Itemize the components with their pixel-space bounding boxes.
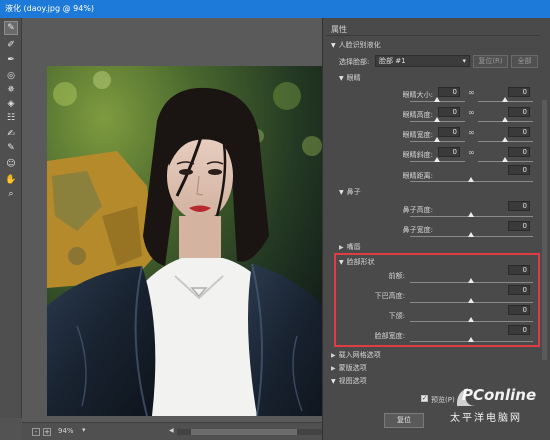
nose-section[interactable]: ▼ 鼻子: [339, 187, 361, 197]
pconline-watermark: PConline 太平洋电脑网: [448, 380, 548, 436]
collapse-icon: ▶: [339, 244, 344, 251]
bloat-tool-icon[interactable]: ◈: [5, 98, 17, 110]
face-aware-section[interactable]: ▼ 人脸识别液化: [331, 40, 381, 50]
slider-thumb[interactable]: [434, 157, 440, 162]
section-label: 嘴唇: [346, 243, 361, 251]
slider-thumb[interactable]: [468, 232, 474, 237]
reset-face-button[interactable]: 复位(R): [473, 55, 508, 68]
slider-thumb[interactable]: [502, 97, 508, 102]
watermark-brand: PConline: [462, 386, 537, 404]
face-select-value: 脸部 #1: [379, 57, 406, 65]
slider-thumb[interactable]: [502, 157, 508, 162]
eye-distance-label: 眼睛距离:: [402, 172, 433, 180]
preview-canvas[interactable]: [22, 18, 333, 422]
slider-thumb[interactable]: [434, 137, 440, 142]
reset-button[interactable]: 复位: [384, 413, 424, 428]
nose-height-label: 鼻子高度:: [402, 206, 433, 214]
link-icon[interactable]: ∞: [468, 128, 475, 137]
push-left-tool-icon[interactable]: ☷: [5, 112, 17, 124]
eye-width-right-input[interactable]: 0: [508, 127, 530, 137]
nose-width-label: 鼻子宽度:: [402, 226, 433, 234]
eye-height-label: 眼睛高度:: [402, 111, 433, 119]
zoom-out-button[interactable]: -: [32, 428, 40, 436]
slider-thumb[interactable]: [468, 212, 474, 217]
section-label: 人脸识别液化: [338, 41, 381, 49]
watermark-sub: 太平洋电脑网: [450, 413, 522, 424]
eye-height-right-input[interactable]: 0: [508, 107, 530, 117]
eye-width-left-input[interactable]: 0: [438, 127, 460, 137]
section-label: 视图选项: [338, 377, 367, 385]
hand-tool-icon[interactable]: ✋: [5, 174, 17, 186]
view-options-section[interactable]: ▼ 视图选项: [331, 376, 367, 386]
eyes-section[interactable]: ▼ 眼睛: [339, 73, 361, 83]
tool-bar: ✎ ✐ ✒ ◎ ✵ ◈ ☷ ✍ ✎ ☺ ✋ ⌕: [0, 18, 22, 418]
nose-width-input[interactable]: 0: [508, 221, 530, 231]
eye-width-label: 眼睛宽度:: [402, 131, 433, 139]
reconstruct-tool-icon[interactable]: ✐: [5, 39, 17, 51]
nose-height-input[interactable]: 0: [508, 201, 530, 211]
section-label: 鼻子: [346, 188, 361, 196]
collapse-icon: ▶: [331, 365, 336, 372]
eye-distance-input[interactable]: 0: [508, 165, 530, 175]
eye-size-right-input[interactable]: 0: [508, 87, 530, 97]
eye-size-left-input[interactable]: 0: [438, 87, 460, 97]
expand-icon: ▼: [339, 189, 344, 196]
panel-scrollbar[interactable]: [542, 100, 547, 360]
collapse-icon: ▶: [331, 352, 336, 359]
expand-icon: ▼: [331, 42, 336, 49]
preview-checkbox[interactable]: ✓: [421, 395, 428, 402]
zoom-in-button[interactable]: +: [43, 428, 51, 436]
pucker-tool-icon[interactable]: ✵: [5, 84, 17, 96]
slider-thumb[interactable]: [468, 177, 474, 182]
slider-thumb[interactable]: [434, 97, 440, 102]
slider-thumb[interactable]: [434, 117, 440, 122]
zoom-tool-icon[interactable]: ⌕: [5, 188, 17, 200]
window-title: 液化 (daoy.jpg @ 94%): [0, 0, 550, 18]
section-label: 载入网格选项: [338, 351, 381, 359]
expand-icon: ▼: [339, 75, 344, 82]
freeze-mask-tool-icon[interactable]: ✍: [5, 128, 17, 140]
eye-height-left-input[interactable]: 0: [438, 107, 460, 117]
portrait-photo: [47, 66, 333, 416]
eye-tilt-right-input[interactable]: 0: [508, 147, 530, 157]
panel-title: 属性: [331, 25, 347, 34]
smile-section[interactable]: ▶ 嘴唇: [339, 242, 361, 252]
face-tool-icon[interactable]: ☺: [5, 158, 17, 170]
status-bar: - + 94% ▾ ◀ ▶: [22, 422, 337, 440]
horizontal-scrollbar[interactable]: [177, 429, 327, 435]
link-icon[interactable]: ∞: [468, 148, 475, 157]
section-label: 眼睛: [346, 74, 361, 82]
eye-size-label: 眼睛大小:: [402, 91, 433, 99]
face-select[interactable]: 脸部 #1 ▾: [375, 55, 470, 67]
link-icon[interactable]: ∞: [468, 88, 475, 97]
select-face-label: 选择脸部:: [339, 58, 370, 66]
eye-tilt-left-input[interactable]: 0: [438, 147, 460, 157]
eye-tilt-label: 眼睛斜度:: [402, 151, 433, 159]
twirl-tool-icon[interactable]: ◎: [5, 70, 17, 82]
scroll-left-icon[interactable]: ◀: [169, 427, 174, 434]
thaw-mask-tool-icon[interactable]: ✎: [5, 142, 17, 154]
scrollbar-thumb[interactable]: [191, 429, 297, 435]
forward-warp-tool-icon[interactable]: ✎: [4, 21, 18, 35]
load-mesh-section[interactable]: ▶ 载入网格选项: [331, 350, 381, 360]
slider-thumb[interactable]: [502, 117, 508, 122]
chevron-down-icon: ▾: [462, 57, 466, 65]
all-faces-button[interactable]: 全部: [511, 55, 538, 68]
zoom-level[interactable]: 94%: [58, 427, 74, 435]
link-icon[interactable]: ∞: [468, 108, 475, 117]
smooth-tool-icon[interactable]: ✒: [5, 54, 17, 66]
zoom-dropdown-icon[interactable]: ▾: [82, 426, 86, 434]
highlight-frame: [334, 253, 540, 347]
expand-icon: ▼: [331, 378, 336, 385]
slider-thumb[interactable]: [502, 137, 508, 142]
divider: [326, 35, 540, 36]
section-label: 蒙版选项: [338, 364, 367, 372]
mask-options-section[interactable]: ▶ 蒙版选项: [331, 363, 367, 373]
